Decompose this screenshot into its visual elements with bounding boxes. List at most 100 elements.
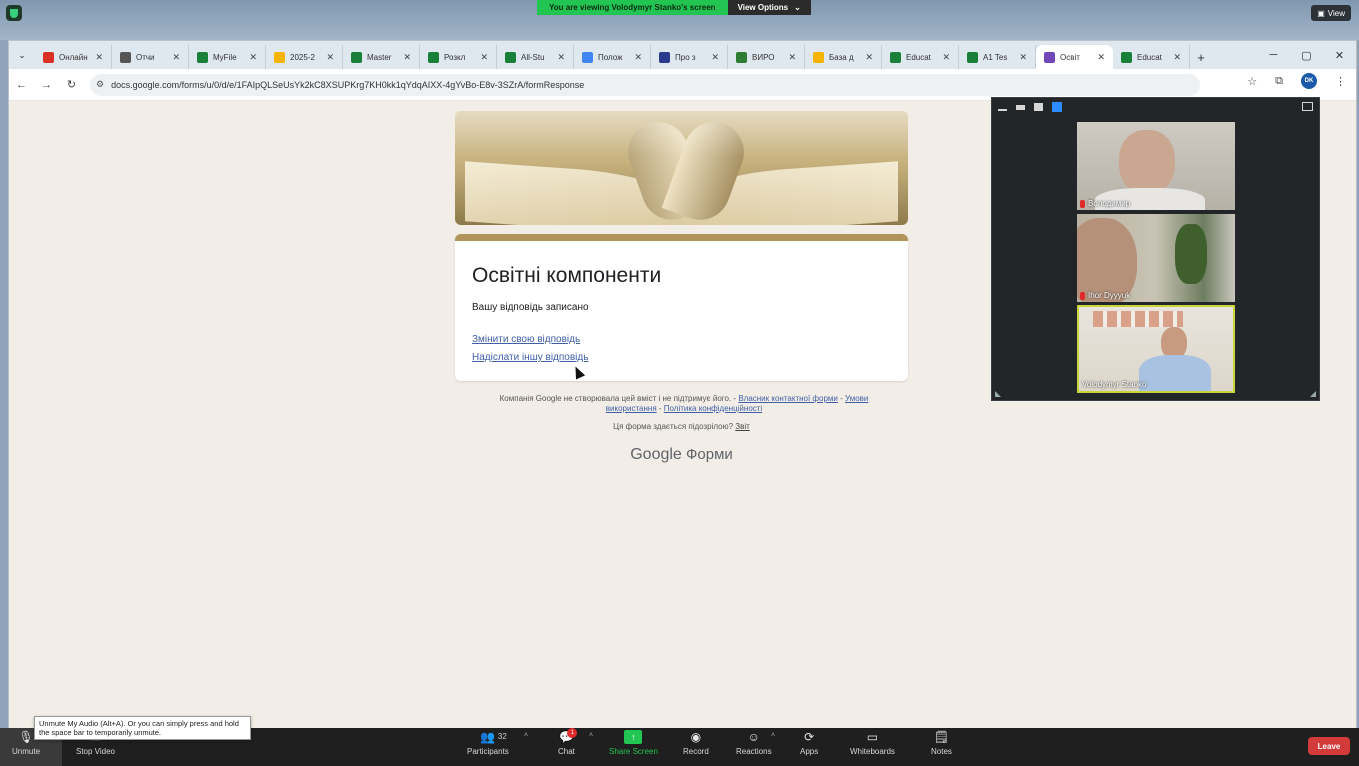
browser-tab[interactable]: Master ✕ xyxy=(343,45,420,69)
close-tab-icon[interactable]: ✕ xyxy=(634,52,642,63)
tab-title: Educat xyxy=(906,52,931,62)
close-tab-icon[interactable]: ✕ xyxy=(172,52,180,63)
unmute-label: Unmute xyxy=(12,747,41,756)
submit-another-link[interactable]: Надіслати іншу відповідь xyxy=(472,352,588,363)
sheets-icon xyxy=(967,51,978,63)
close-tab-icon[interactable]: ✕ xyxy=(1019,52,1027,63)
pop-out-icon[interactable] xyxy=(1302,102,1313,111)
minimize-video-icon[interactable] xyxy=(998,109,1007,111)
close-tab-icon[interactable]: ✕ xyxy=(403,52,411,63)
whiteboards-button[interactable]: ▭ Whiteboards xyxy=(850,730,895,756)
shield-icon xyxy=(736,51,747,63)
report-line: Ця форма здається підозрілою? Звіт xyxy=(455,422,908,431)
participant-tile-active-speaker[interactable]: Volodymyr Stanko xyxy=(1077,305,1235,393)
tab-title: MyFile xyxy=(213,52,237,62)
close-tab-icon[interactable]: ✕ xyxy=(557,52,565,63)
menu-kebab-icon[interactable]: ⋮ xyxy=(1335,75,1346,88)
browser-tab[interactable]: ВИРО ✕ xyxy=(728,45,805,69)
browser-tab[interactable]: Онлайн ✕ xyxy=(35,45,112,69)
browser-tab[interactable]: Розкл ✕ xyxy=(420,45,497,69)
drive-icon xyxy=(274,51,285,63)
bookmark-star-icon[interactable]: ☆ xyxy=(1247,75,1257,88)
close-tab-icon[interactable]: ✕ xyxy=(1173,52,1181,63)
active-speaker-view-icon[interactable] xyxy=(1016,104,1025,110)
browser-tab[interactable]: All-Stu ✕ xyxy=(497,45,574,69)
leave-button[interactable]: Leave xyxy=(1308,737,1350,755)
report-link[interactable]: Звіт xyxy=(735,422,750,431)
chat-badge: 1 xyxy=(567,728,578,738)
resize-handle-icon[interactable] xyxy=(1310,391,1316,397)
chevron-up-icon[interactable]: ˄ xyxy=(771,732,775,739)
browser-tab[interactable]: Educat ✕ xyxy=(882,45,959,69)
back-icon[interactable]: ← xyxy=(9,72,34,97)
address-bar[interactable]: ⚙ docs.google.com/forms/u/0/d/e/1FAIpQLS… xyxy=(90,73,1200,96)
close-tab-icon[interactable]: ✕ xyxy=(249,52,257,63)
close-window-icon[interactable]: ✕ xyxy=(1323,41,1356,69)
notes-label: Notes xyxy=(931,747,952,756)
minimize-icon[interactable]: ─ xyxy=(1257,41,1290,69)
tab-title: All-Stu xyxy=(521,52,545,62)
forward-icon[interactable]: → xyxy=(34,72,59,97)
apps-button[interactable]: ⟳ Apps xyxy=(800,730,818,756)
browser-tab[interactable]: Educat ✕ xyxy=(1113,45,1190,69)
profile-avatar[interactable]: DK xyxy=(1301,73,1317,89)
browser-tab[interactable]: Про з ✕ xyxy=(651,45,728,69)
view-button[interactable]: ▣ View xyxy=(1311,5,1351,21)
resize-handle-icon[interactable] xyxy=(995,391,1001,397)
close-tab-icon[interactable]: ✕ xyxy=(1097,52,1105,63)
muted-mic-icon xyxy=(1080,199,1085,208)
close-tab-icon[interactable]: ✕ xyxy=(711,52,719,63)
tab-search-icon[interactable]: ⌄ xyxy=(9,41,35,69)
security-shield-icon[interactable] xyxy=(6,5,22,21)
privacy-link[interactable]: Політика конфіденційності xyxy=(664,404,762,413)
new-tab-button[interactable]: + xyxy=(1190,45,1212,69)
browser-tab[interactable]: Полож ✕ xyxy=(574,45,651,69)
video-panel: Володимир Ihor Dyyyuk Volodymyr Stanko xyxy=(991,97,1320,401)
chevron-up-icon[interactable]: ˄ xyxy=(524,732,528,739)
browser-tab[interactable]: Отчи ✕ xyxy=(112,45,189,69)
tab-title: A1 Tes xyxy=(983,52,1008,62)
tab-title: Master xyxy=(367,52,392,62)
share-screen-button[interactable]: ↑ Share Screen xyxy=(609,730,658,756)
site-info-icon[interactable]: ⚙ xyxy=(96,79,104,90)
form-owner-link[interactable]: Власник контактної форми xyxy=(738,394,838,403)
tab-title: 2025-2 xyxy=(290,52,315,62)
close-tab-icon[interactable]: ✕ xyxy=(95,52,103,63)
browser-tab[interactable]: База д ✕ xyxy=(805,45,882,69)
notes-button[interactable]: 🗒 Notes xyxy=(931,730,952,756)
close-tab-icon[interactable]: ✕ xyxy=(865,52,873,63)
close-tab-icon[interactable]: ✕ xyxy=(942,52,950,63)
google-wordmark: Google xyxy=(630,446,682,463)
browser-tab[interactable]: MyFile ✕ xyxy=(189,45,266,69)
maximize-icon[interactable]: ▢ xyxy=(1290,41,1323,69)
close-tab-icon[interactable]: ✕ xyxy=(788,52,796,63)
participant-tile[interactable]: Володимир xyxy=(1077,122,1235,210)
browser-tab[interactable]: 2025-2 ✕ xyxy=(266,45,343,69)
participant-name: Volodymyr Stanko xyxy=(1082,380,1147,389)
view-options-button[interactable]: View Options ⌄ xyxy=(727,0,811,15)
participants-button[interactable]: 👥 32 Participants xyxy=(467,730,509,756)
close-tab-icon[interactable]: ✕ xyxy=(480,52,488,63)
record-button[interactable]: ◉ Record xyxy=(683,730,709,756)
google-forms-logo: Google Форми xyxy=(455,446,908,464)
screen-share-banner: You are viewing Volodymyr Stanko's scree… xyxy=(537,0,811,15)
browser-tab[interactable]: A1 Tes ✕ xyxy=(959,45,1036,69)
tab-title: ВИРО xyxy=(752,52,775,62)
chevron-up-icon[interactable]: ˄ xyxy=(589,732,593,739)
extensions-icon[interactable]: ⧉ xyxy=(1275,75,1283,88)
strip-view-icon[interactable] xyxy=(1034,103,1043,111)
close-tab-icon[interactable]: ✕ xyxy=(326,52,334,63)
edit-response-link[interactable]: Змінити свою відповідь xyxy=(472,334,580,345)
tab-title: База д xyxy=(829,52,854,62)
sheets-icon xyxy=(197,51,208,63)
participants-label: Participants xyxy=(467,747,509,756)
chat-button[interactable]: 💬 1 Chat xyxy=(558,728,578,756)
muted-microphone-icon: 🎙 xyxy=(18,730,34,744)
browser-tab[interactable]: Освіт ✕ xyxy=(1036,45,1113,69)
tab-title: Розкл xyxy=(444,52,466,62)
reload-icon[interactable]: ↻ xyxy=(59,72,84,97)
gallery-view-icon[interactable] xyxy=(1052,102,1062,112)
participant-tile[interactable]: Ihor Dyyyuk xyxy=(1077,214,1235,302)
window-controls: ─ ▢ ✕ xyxy=(1257,41,1356,69)
reactions-button[interactable]: ☺ Reactions xyxy=(736,730,772,756)
